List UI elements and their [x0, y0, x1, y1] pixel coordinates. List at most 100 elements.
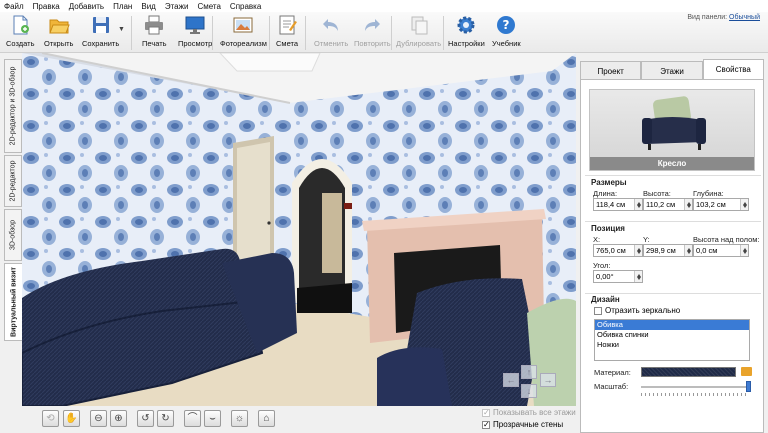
save-button[interactable]: Сохранить — [82, 14, 119, 52]
show-all-floors-checkbox[interactable]: ✓ — [482, 408, 490, 417]
transparent-walls-checkbox[interactable]: ✓ — [482, 420, 490, 429]
x-label: X: — [593, 235, 601, 244]
zoom-out-icon[interactable]: ⊖ — [90, 410, 107, 427]
design-parts-list[interactable]: Обивка Обивка спинки Ножки — [594, 319, 750, 361]
navigate-back-arrow-icon[interactable]: ↓ — [521, 384, 537, 398]
height-spinner-arrows-icon[interactable] — [684, 199, 692, 210]
transparent-walls-option[interactable]: ✓ Прозрачные стены — [482, 420, 563, 429]
pan-hand-icon[interactable]: ✋ — [63, 410, 80, 427]
duplicate-button[interactable]: Дублировать — [396, 14, 441, 52]
scale-slider[interactable] — [641, 381, 751, 392]
tab-3d-view[interactable]: 3D-обзор — [4, 209, 22, 261]
home-icon[interactable]: ⌂ — [258, 410, 275, 427]
tab-virtual-visit[interactable]: Виртуальный визит — [4, 263, 22, 341]
tilt-up-icon[interactable]: ⌒ — [184, 410, 201, 427]
dimensions-title: Размеры — [591, 178, 627, 187]
list-item[interactable]: Обивка спинки — [595, 330, 749, 340]
print-button[interactable]: Печать — [142, 14, 167, 52]
gear-icon — [457, 16, 475, 34]
toolbar-separator — [131, 16, 132, 50]
properties-panel: Кресло Размеры Длина: 118,4 см Высота: 1… — [580, 79, 764, 433]
photorealism-button[interactable]: Фотореализм — [220, 14, 267, 52]
menu-plan[interactable]: План — [113, 2, 132, 11]
mirror-checkbox[interactable] — [594, 306, 602, 315]
monitor-icon — [185, 16, 205, 34]
tab-properties[interactable]: Свойства — [702, 59, 764, 79]
toolbar-separator — [391, 16, 392, 50]
angle-spinner-arrows-icon[interactable] — [634, 271, 642, 282]
menu-help[interactable]: Справка — [230, 2, 261, 11]
depth-label: Глубина: — [693, 189, 724, 198]
scale-slider-handle[interactable] — [746, 381, 751, 392]
tab-2d-editor-and-3d-view[interactable]: 2D-редактор и 3D-обзор — [4, 59, 22, 153]
tilt-down-icon[interactable]: ⌣ — [204, 410, 221, 427]
menu-floors[interactable]: Этажи — [165, 2, 189, 11]
zoom-in-icon[interactable]: ⊕ — [110, 410, 127, 427]
help-question-icon: ? — [497, 16, 516, 34]
turn-left-icon[interactable]: ↺ — [137, 410, 154, 427]
scale-label: Масштаб: — [594, 382, 629, 391]
toolbar-separator — [443, 16, 444, 50]
undo-icon — [323, 19, 339, 31]
rotate-view-icon[interactable]: ⟲ — [42, 410, 59, 427]
length-spinner-arrows-icon[interactable] — [634, 199, 642, 210]
settings-button[interactable]: Настройки — [448, 14, 485, 52]
panel-view-link[interactable]: Обычный — [729, 14, 760, 21]
length-field[interactable]: 118,4 см — [593, 198, 643, 211]
elevation-spinner-arrows-icon[interactable] — [740, 245, 748, 256]
tutorial-button[interactable]: ? Учебник — [492, 14, 521, 52]
turn-right-icon[interactable]: ↻ — [157, 410, 174, 427]
angle-field[interactable]: 0,00° — [593, 270, 643, 283]
navigate-left-arrow-icon[interactable]: ← — [503, 373, 519, 387]
folder-icon[interactable] — [741, 367, 752, 376]
tab-project[interactable]: Проект — [580, 61, 642, 79]
preview-button[interactable]: Просмотр — [178, 14, 212, 52]
armchair-thumbnail — [642, 96, 706, 150]
tab-2d-editor[interactable]: 2D-редактор — [4, 155, 22, 207]
duplicate-icon — [411, 16, 428, 35]
y-spinner-arrows-icon[interactable] — [684, 245, 692, 256]
material-swatch[interactable] — [641, 367, 736, 377]
object-preview: Кресло — [589, 89, 755, 171]
depth-spinner-arrows-icon[interactable] — [740, 199, 748, 210]
menu-view[interactable]: Вид — [141, 2, 155, 11]
elevation-field[interactable]: 0,0 см — [693, 244, 749, 257]
y-label: Y: — [643, 235, 650, 244]
design-title: Дизайн — [591, 295, 620, 304]
undo-button[interactable]: Отменить — [314, 14, 348, 52]
virtual-visit-3d-viewport[interactable]: ↑ ← → ↓ — [22, 53, 576, 406]
redo-button[interactable]: Повторить — [354, 14, 391, 52]
main-toolbar: Создать Открыть Сохранить ▼ Печать Просм… — [0, 12, 768, 53]
menu-add[interactable]: Добавить — [69, 2, 104, 11]
tab-floors[interactable]: Этажи — [641, 61, 703, 79]
lightbulb-icon[interactable]: ☼ — [231, 410, 248, 427]
estimate-button[interactable]: Смета — [276, 14, 298, 52]
height-field[interactable]: 110,2 см — [643, 198, 693, 211]
navigate-forward-arrow-icon[interactable]: ↑ — [521, 365, 537, 379]
position-title: Позиция — [591, 224, 625, 233]
object-name: Кресло — [590, 157, 754, 170]
height-label: Высота: — [643, 189, 671, 198]
mirror-option[interactable]: Отразить зеркально — [594, 306, 680, 315]
y-field[interactable]: 298,9 см — [643, 244, 693, 257]
create-button[interactable]: Создать — [6, 14, 35, 52]
menu-file[interactable]: Файл — [4, 2, 24, 11]
show-all-floors-option[interactable]: ✓ Показывать все этажи — [482, 408, 576, 417]
depth-field[interactable]: 103,2 см — [693, 198, 749, 211]
folder-open-icon — [49, 19, 70, 34]
open-button[interactable]: Открыть — [44, 14, 73, 52]
list-item[interactable]: Ножки — [595, 340, 749, 350]
save-dropdown-chevron-icon[interactable]: ▼ — [118, 26, 125, 33]
view-mode-tabs: 2D-редактор и 3D-обзор 2D-редактор 3D-об… — [4, 55, 22, 433]
toolbar-separator — [212, 16, 213, 50]
camera-navigation-pad: ↑ ← → ↓ — [500, 365, 558, 401]
room-scene — [22, 53, 576, 406]
navigate-right-arrow-icon[interactable]: → — [540, 373, 556, 387]
view-controls-bar: ⟲ ✋ ⊖ ⊕ ↺ ↻ ⌒ ⌣ ☼ ⌂ ✓ Показывать все эта… — [22, 406, 576, 433]
x-field[interactable]: 765,0 см — [593, 244, 643, 257]
scale-slider-ticks — [641, 393, 749, 396]
list-item[interactable]: Обивка — [595, 320, 749, 330]
menu-edit[interactable]: Правка — [33, 2, 60, 11]
x-spinner-arrows-icon[interactable] — [634, 245, 642, 256]
menu-estimate[interactable]: Смета — [197, 2, 220, 11]
